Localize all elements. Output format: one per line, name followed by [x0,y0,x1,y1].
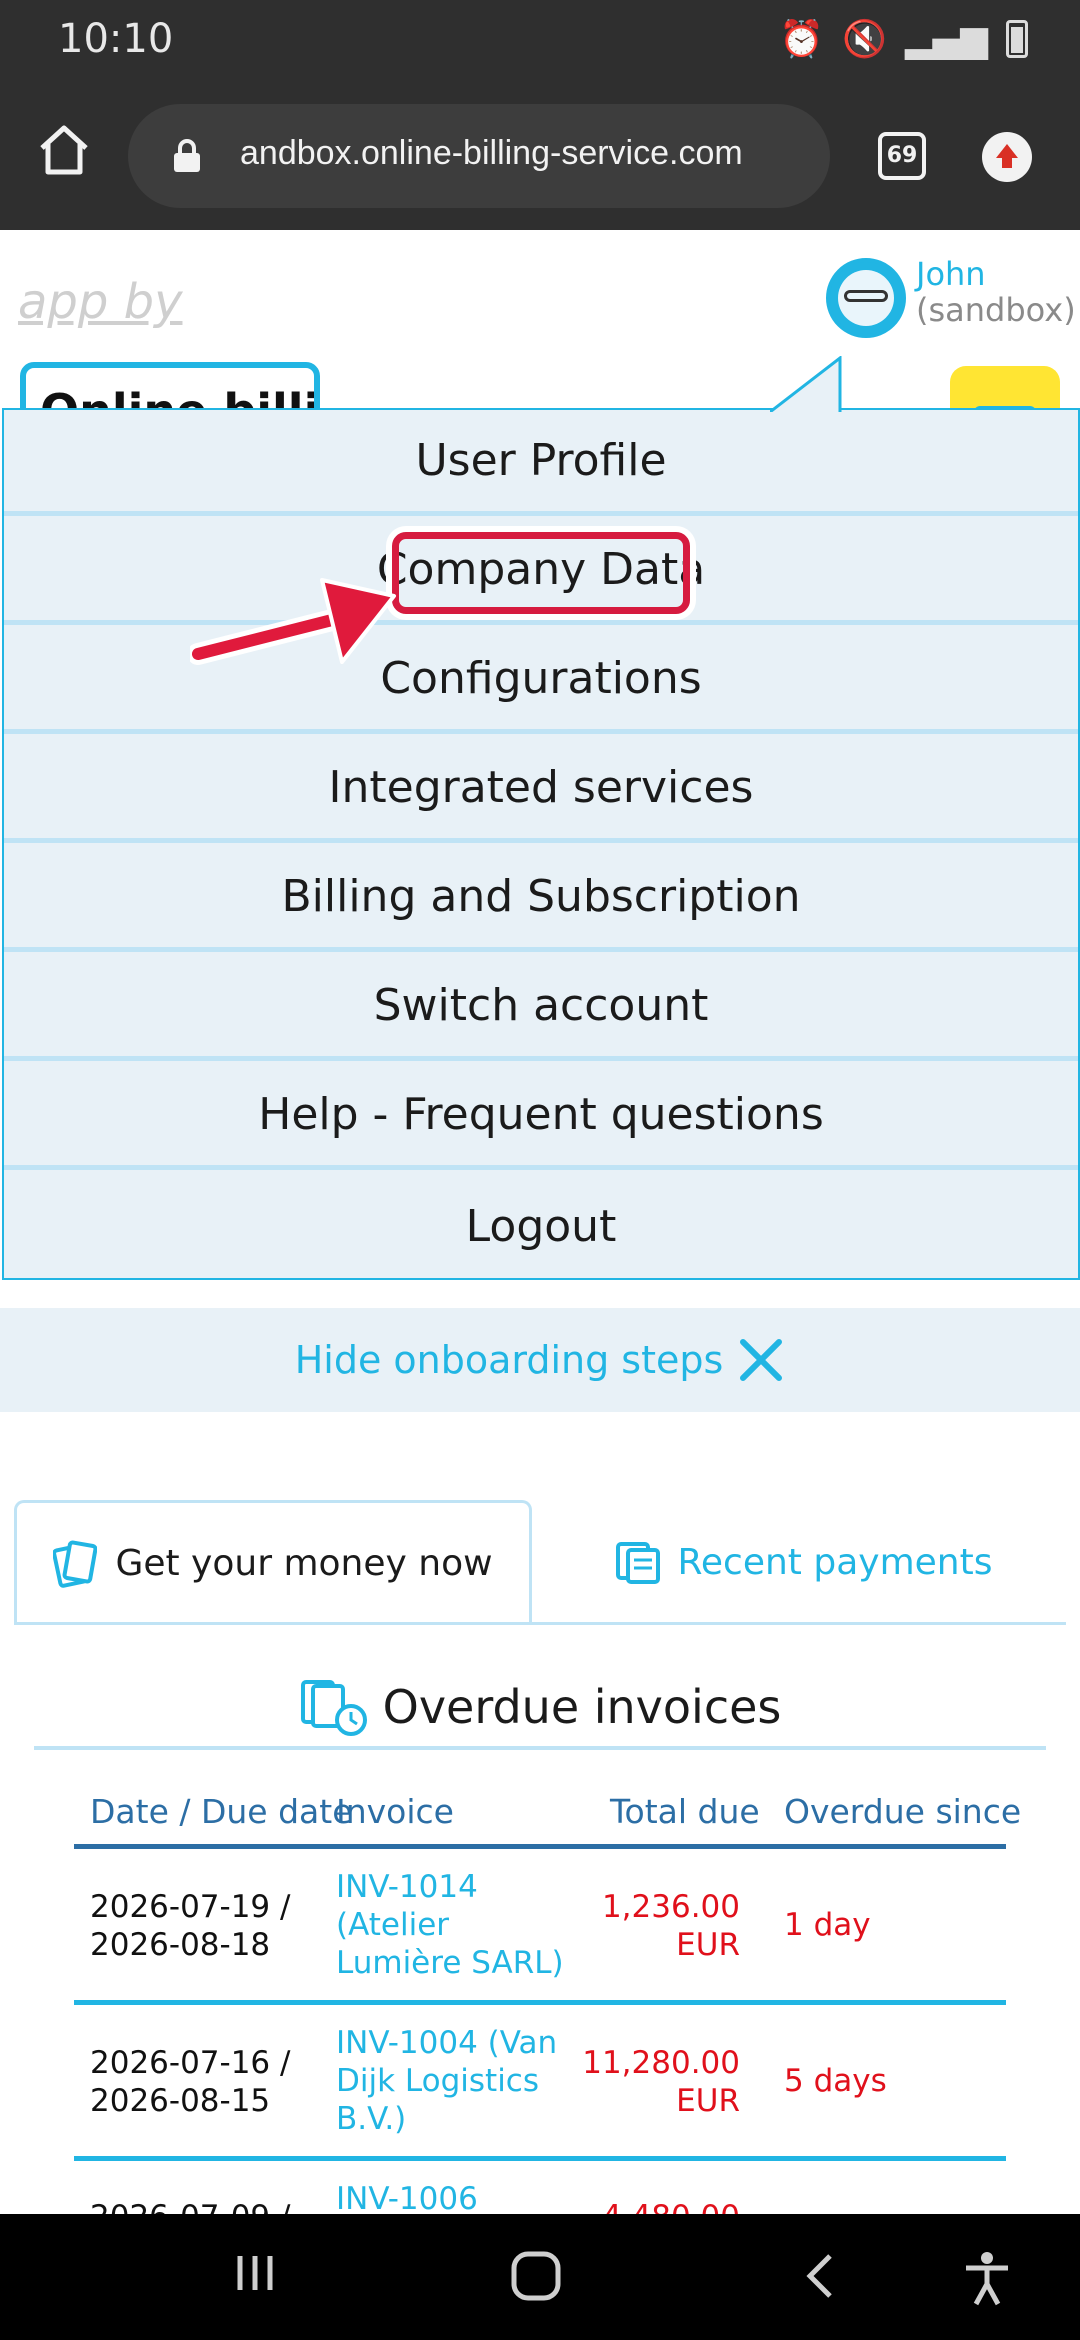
overdue-since: 1 day [784,1907,871,1943]
tab-get-your-money[interactable]: Get your money now [14,1500,532,1624]
tab-label: Recent payments [677,1541,993,1583]
invoice-link[interactable]: INV-1006 [336,2180,576,2218]
menu-item-billing-subscription[interactable]: Billing and Subscription [4,846,1078,952]
tab-recent-payments[interactable]: Recent payments [540,1500,1066,1624]
row-divider [74,2156,1006,2161]
date-text: 2026-07-19 / [90,1889,291,1925]
menu-item-integrated-services[interactable]: Integrated services [4,737,1078,843]
lock-icon [174,139,200,172]
menu-item-help[interactable]: Help - Frequent questions [4,1064,1078,1170]
panel-header: Overdue invoices [0,1676,1080,1738]
highlight-box [392,532,690,614]
column-header-invoice[interactable]: Invoice [336,1792,454,1831]
signal-icon: ▂▄▆ [904,18,988,60]
glasses-icon [844,290,888,302]
update-icon[interactable] [982,132,1032,182]
invoice-clock-icon [300,1680,367,1736]
status-bar: 10:10 ⏰ 🔇 ▂▄▆ [0,0,1080,80]
system-nav-bar [0,2214,1080,2340]
mute-icon: 🔇 [842,19,887,60]
tab-switcher-button[interactable]: 69 [878,132,926,180]
app-by-label: app by [18,274,183,330]
address-bar[interactable]: andbox.online-billing-service.com [128,104,830,208]
status-icons: ⏰ 🔇 ▂▄▆ [779,18,1028,60]
back-icon[interactable] [800,2250,840,2302]
due-date-text: 2026-08-15 [90,2083,271,2119]
title-divider [34,1746,1046,1750]
avatar[interactable] [826,258,906,338]
browser-toolbar: andbox.online-billing-service.com 69 [0,80,1080,230]
total-due: 1,236.00 EUR [560,1888,740,1964]
battery-icon [1006,20,1028,58]
column-header-total[interactable]: Total due [610,1792,760,1831]
user-account: (sandbox) [916,291,1076,329]
tab-label: Get your money now [115,1543,493,1584]
url-text: andbox.online-billing-service.com [240,134,743,172]
currency: EUR [676,1927,740,1963]
hide-onboarding-link[interactable]: Hide onboarding steps [295,1338,724,1382]
currency: EUR [676,2083,740,2119]
menu-item-configurations[interactable]: Configurations [4,628,1078,734]
overdue-since: 5 days [784,2063,887,2099]
invoice-link[interactable]: INV-1004 (Van Dijk Logistics B.V.) [336,2024,576,2138]
column-header-overdue[interactable]: Overdue since [784,1792,1021,1831]
arrow-annotation [190,578,396,665]
close-icon[interactable] [737,1336,785,1384]
user-name[interactable]: John [916,256,986,292]
alarm-icon: ⏰ [779,19,825,60]
due-date-text: 2026-08-18 [90,1927,271,1963]
total-amount: 11,280.00 [582,2045,740,2081]
menu-item-switch-account[interactable]: Switch account [4,955,1078,1061]
accessibility-icon[interactable] [962,2250,1012,2306]
recent-apps-icon[interactable] [232,2250,278,2296]
total-due: 11,280.00 EUR [560,2044,740,2120]
row-divider [74,2000,1006,2005]
onboarding-bar[interactable]: Hide onboarding steps [0,1308,1080,1412]
status-time: 10:10 [58,16,174,62]
menu-item-logout[interactable]: Logout [4,1173,1078,1279]
total-amount: 1,236.00 [601,1889,740,1925]
payments-icon [615,1542,660,1584]
menu-item-user-profile[interactable]: User Profile [4,410,1078,516]
home-icon[interactable] [36,122,92,178]
column-header-date[interactable]: Date / Due date [90,1792,353,1831]
panel-title: Overdue invoices [382,1680,782,1734]
date-text: 2026-07-16 / [90,2045,291,2081]
money-icon [53,1539,98,1588]
tabs-divider [14,1622,1066,1625]
home-nav-icon[interactable] [510,2250,562,2302]
dropdown-pointer [770,356,842,412]
table-row-date: 2026-07-16 / 2026-08-15 [90,2044,310,2120]
table-row-date: 2026-07-19 / 2026-08-18 [90,1888,310,1964]
invoice-link[interactable]: INV-1014 (Atelier Lumière SARL) [336,1868,576,1982]
table-header-divider [74,1844,1006,1849]
